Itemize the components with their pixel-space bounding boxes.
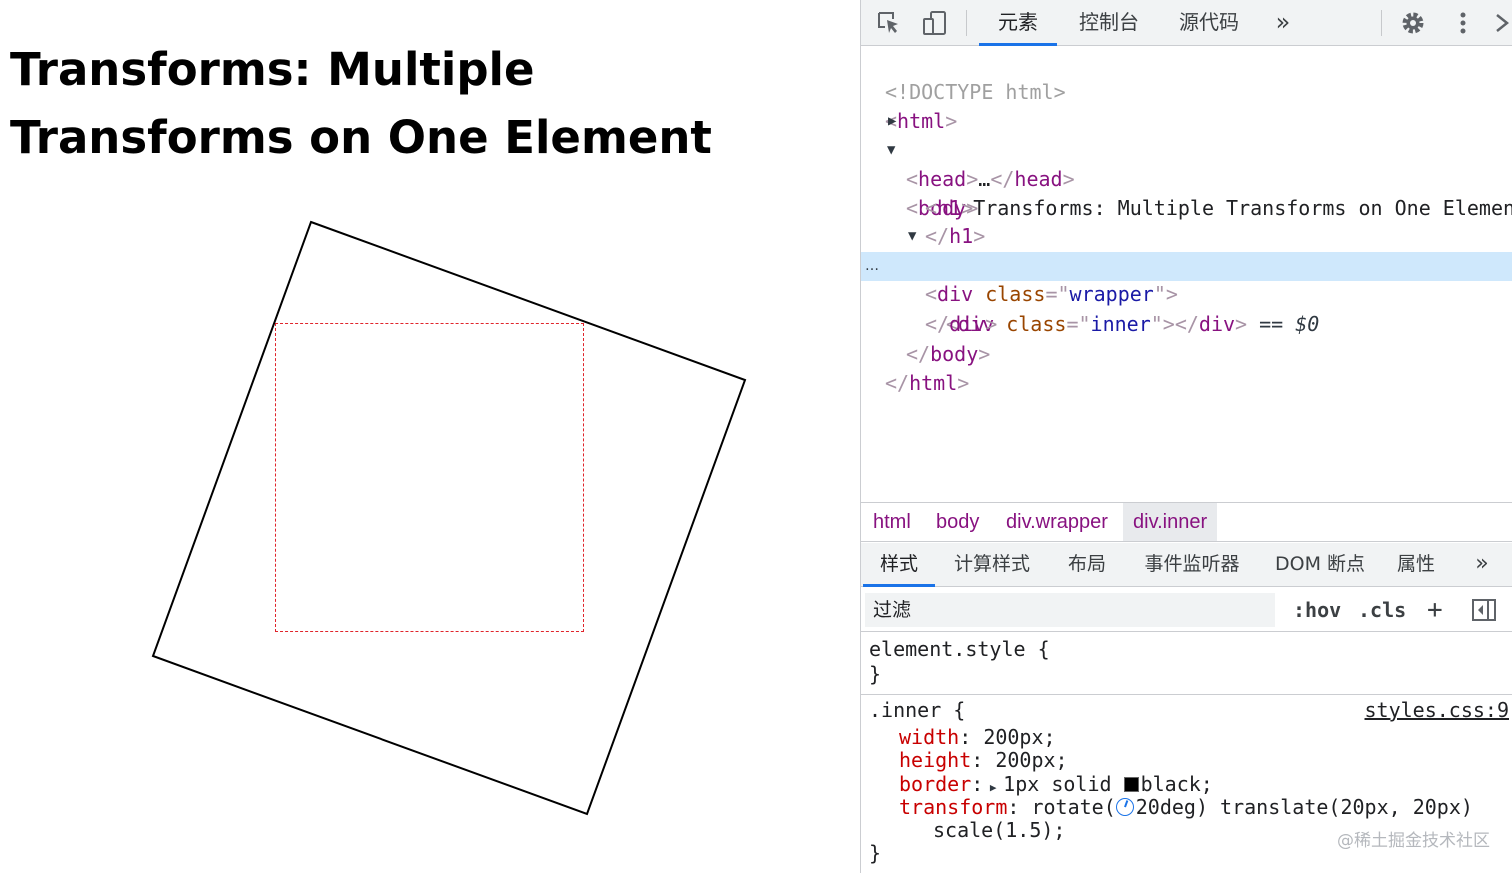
property-color-name: black; <box>1140 772 1213 796</box>
more-sub-tabs-button[interactable]: » <box>1467 543 1497 587</box>
css-property-transform-cont: scale(1.5); <box>933 818 1066 842</box>
inner-rule-selector[interactable]: .inner { <box>869 698 965 722</box>
tab-styles[interactable]: 样式 <box>863 543 935 587</box>
dom-node-body[interactable]: ▼ <body> <box>861 136 1512 220</box>
dom-node-html[interactable]: <html> <box>861 78 1512 133</box>
dom-node-h1[interactable]: <h1>Transforms: Multiple Transforms on O… <box>861 165 1512 220</box>
html-close-tag: html <box>909 371 958 395</box>
element-style-close: } <box>869 662 882 686</box>
transform-canvas <box>151 220 747 816</box>
angle-clock-icon[interactable] <box>1115 798 1134 816</box>
tab-computed[interactable]: 计算样式 <box>949 543 1035 587</box>
rule-divider <box>861 694 1512 695</box>
tab-elements[interactable]: 元素 <box>979 0 1057 46</box>
dom-node-body-close[interactable]: </body> <box>861 311 1512 366</box>
property-name: width <box>899 725 960 749</box>
rule-source-link[interactable]: styles.css:9 <box>1365 698 1510 722</box>
cls-toggle-button[interactable]: .cls <box>1358 593 1406 627</box>
property-value-post: 20deg) translate(20px, 20px) <box>1135 795 1473 819</box>
hov-toggle-button[interactable]: :hov <box>1293 593 1341 627</box>
tab-event-listeners[interactable]: 事件监听器 <box>1137 543 1247 587</box>
dom-node-wrapper[interactable]: ▼ <div class="wrapper"> <box>861 222 1512 306</box>
tab-console[interactable]: 控制台 <box>1069 0 1149 46</box>
dom-tree: <!DOCTYPE html> <html> ▶ <head>…</head> … <box>861 47 1512 500</box>
breadcrumb-div-inner[interactable]: div.inner <box>1123 503 1218 541</box>
property-value-pre: rotate( <box>1031 795 1116 819</box>
dom-node-doctype[interactable]: <!DOCTYPE html> <box>861 49 1512 104</box>
watermark: @稀土掘金技术社区 <box>1337 831 1490 851</box>
property-name: height <box>899 748 972 772</box>
page-preview: Transforms: Multiple Transforms on One E… <box>0 0 860 873</box>
property-name: border <box>899 772 972 796</box>
tab-layout[interactable]: 布局 <box>1057 543 1117 587</box>
filter-input[interactable] <box>865 593 1275 627</box>
dom-node-h1-close[interactable]: </h1> <box>861 193 1512 248</box>
close-icon[interactable] <box>1491 9 1512 37</box>
tab-properties[interactable]: 属性 <box>1391 543 1441 587</box>
property-value: 1px solid <box>1003 772 1112 796</box>
property-value: 200px; <box>995 748 1068 772</box>
device-toolbar-icon[interactable] <box>921 9 949 37</box>
breadcrumb-div-wrapper[interactable]: div.wrapper <box>996 503 1118 541</box>
expand-shorthand-icon[interactable]: ▶ <box>983 781 1003 794</box>
inspect-element-icon[interactable] <box>875 9 903 37</box>
devtools-panel: 元素 控制台 源代码 » <!DOCTYPE html> <html> ▶ <h… <box>860 0 1512 873</box>
new-style-rule-button[interactable]: + <box>1427 593 1443 627</box>
breadcrumb-body[interactable]: body <box>926 503 989 541</box>
styles-filter-bar: :hov .cls + <box>861 588 1512 632</box>
devtools-toolbar: 元素 控制台 源代码 » <box>861 0 1512 46</box>
css-property-height[interactable]: height: 200px; <box>899 748 1068 772</box>
breadcrumb-html[interactable]: html <box>863 503 921 541</box>
toggle-sidebar-icon[interactable] <box>1471 598 1497 622</box>
gear-icon[interactable] <box>1399 9 1427 37</box>
css-property-width[interactable]: width: 200px; <box>899 725 1056 749</box>
element-style-selector[interactable]: element.style { <box>869 637 1050 661</box>
collapse-triangle-icon[interactable]: ▼ <box>908 222 916 251</box>
property-name: transform <box>899 795 1008 819</box>
expand-triangle-icon[interactable]: ▶ <box>888 107 896 136</box>
transformed-inner-square <box>151 220 747 816</box>
property-value: 200px; <box>983 725 1056 749</box>
more-tabs-button[interactable]: » <box>1266 0 1300 46</box>
toolbar-separator <box>1381 10 1382 36</box>
inner-rule-close: } <box>869 841 882 865</box>
breadcrumb: html body div.wrapper div.inner <box>861 502 1512 542</box>
tab-sources[interactable]: 源代码 <box>1169 0 1249 46</box>
more-options-icon[interactable] <box>1449 9 1477 37</box>
dom-node-inner-selected[interactable]: … <div class="inner"></div> == $0 <box>861 252 1512 336</box>
css-property-border[interactable]: border: ▶ 1px solid black; <box>899 772 1213 796</box>
dom-node-head[interactable]: ▶ <head>…</head> <box>861 107 1512 191</box>
node-actions-ellipsis[interactable]: … <box>865 252 879 281</box>
styles-sub-tabs: 样式 计算样式 布局 事件监听器 DOM 断点 属性 » <box>861 543 1512 587</box>
collapse-triangle-icon[interactable]: ▼ <box>887 136 895 165</box>
dom-node-wrapper-close[interactable]: </div> <box>861 281 1512 336</box>
css-property-transform[interactable]: transform: rotate(20deg) translate(20px,… <box>899 795 1473 819</box>
color-swatch-icon[interactable] <box>1123 777 1139 792</box>
tab-dom-breakpoints[interactable]: DOM 断点 <box>1269 543 1371 587</box>
dom-node-html-close[interactable]: </html> <box>861 340 1512 395</box>
toolbar-separator <box>966 10 967 36</box>
